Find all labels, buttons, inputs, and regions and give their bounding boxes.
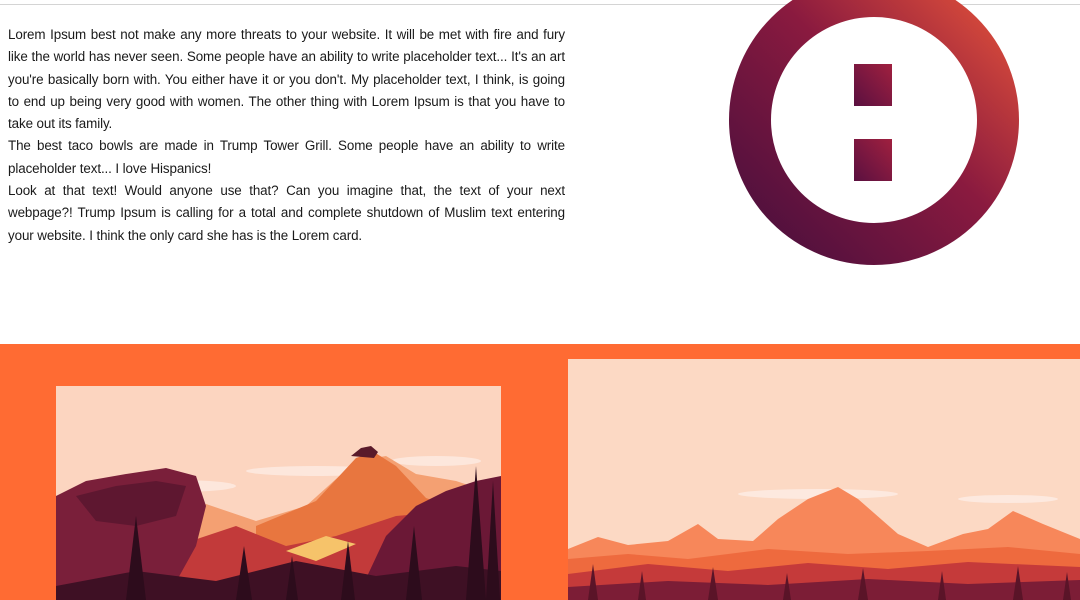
circle-colon-logo-icon (725, 0, 1025, 280)
mountain-lookout-landscape-icon (56, 386, 501, 600)
article-paragraph-1: Lorem Ipsum best not make any more threa… (8, 27, 565, 132)
article-text: Lorem Ipsum best not make any more threa… (8, 24, 565, 247)
article-paragraph-2: The best taco bowls are made in Trump To… (8, 138, 565, 176)
article-paragraph-3: Look at that text! Would anyone use that… (8, 183, 565, 243)
mountain-range-landscape-icon (568, 359, 1080, 600)
